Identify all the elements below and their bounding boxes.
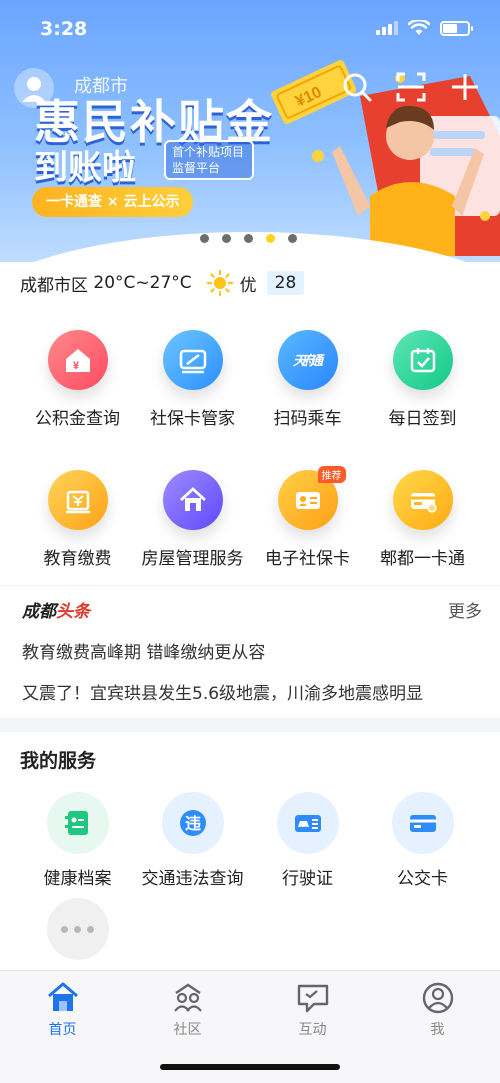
- service-label: 交通违法查询: [141, 869, 244, 889]
- app-e-social-card[interactable]: 推荐 电子社保卡: [250, 466, 365, 569]
- tab-label: 互动: [298, 1022, 327, 1038]
- chat-tab-icon: [297, 984, 328, 1013]
- top-actions: [340, 70, 482, 104]
- profile-tab-icon: [422, 982, 453, 1014]
- app-education-pay[interactable]: 教育缴费: [20, 470, 135, 569]
- education-pay-icon: [47, 470, 108, 530]
- search-icon: [343, 73, 372, 102]
- one-card-icon: [392, 470, 453, 530]
- app-label: 社保卡管家: [150, 409, 235, 429]
- app-label: 郫都一卡通: [380, 549, 465, 569]
- weather-location: 成都市区: [20, 275, 88, 296]
- service-label: 公交卡: [397, 869, 448, 889]
- home-icon: [162, 470, 223, 530]
- banner-badge: 首个补贴项目监督平台: [164, 140, 254, 180]
- tab-label: 我: [430, 1022, 445, 1038]
- traffic-violation-icon-text: 违: [185, 814, 201, 833]
- home-indicator[interactable]: [160, 1064, 340, 1070]
- battery-icon: [440, 20, 473, 36]
- id-card-icon: 推荐: [277, 466, 346, 530]
- promo-banner[interactable]: 3:28 ¥10 成都市 惠民补贴金 到账啦 首个补贴项目监督平台 一卡通查 ×…: [0, 0, 500, 262]
- tianfu-icon-text: 天府通: [293, 353, 325, 369]
- driving-license-icon: [276, 792, 339, 854]
- service-label: 行驶证: [282, 869, 333, 889]
- traffic-violation-icon: 违: [161, 792, 224, 854]
- app-label: 每日签到: [388, 409, 457, 429]
- status-bar: 3:28: [0, 0, 500, 58]
- home-tab-icon: [47, 982, 78, 1011]
- banner-tag[interactable]: 一卡通查 × 云上公示: [32, 187, 194, 217]
- news-brand-part-a: 成都: [22, 602, 56, 622]
- app-housing-management[interactable]: 房屋管理服务: [135, 470, 250, 569]
- plus-icon: [452, 74, 478, 100]
- my-services-title: 我的服务: [20, 750, 97, 772]
- svg-text:¥: ¥: [73, 360, 80, 372]
- service-label: 健康档案: [43, 869, 112, 889]
- search-button[interactable]: [340, 70, 374, 104]
- news-headline[interactable]: 又震了！宜宾珙县发生5.6级地震，川渝多地震感明显: [22, 679, 482, 704]
- app-pidu-one-card[interactable]: 郫都一卡通: [365, 470, 480, 569]
- app-grid-row-2: 教育缴费 房屋管理服务 推荐 电子社保卡 郫都一卡通: [20, 466, 500, 569]
- carousel-dot[interactable]: [222, 234, 231, 243]
- app-housing-fund[interactable]: ¥ 公积金查询: [20, 330, 135, 429]
- recommend-badge: 推荐: [317, 466, 346, 483]
- banner-subtitle: 到账啦: [34, 148, 136, 188]
- carousel-dot[interactable]: [266, 234, 275, 243]
- tab-home[interactable]: 首页: [0, 971, 125, 1083]
- service-traffic-violation[interactable]: 违 交通违法查询: [135, 792, 250, 889]
- carousel-dot[interactable]: [288, 234, 297, 243]
- app-scan-ride[interactable]: 天府通 扫码乘车: [250, 330, 365, 429]
- house-yuan-icon: ¥: [47, 330, 108, 390]
- air-quality-label: 优: [239, 275, 257, 296]
- weather-temp: 20°C~27°C: [93, 273, 192, 293]
- app-label: 房屋管理服务: [141, 549, 244, 569]
- more-services-button[interactable]: [47, 898, 109, 960]
- app-label: 扫码乘车: [273, 409, 342, 429]
- service-bus-card[interactable]: 公交卡: [365, 792, 480, 889]
- status-icons: [376, 20, 473, 36]
- card-icon: [162, 330, 223, 390]
- app-daily-checkin[interactable]: 每日签到: [365, 330, 480, 429]
- sun-icon: [206, 269, 233, 297]
- news-more-link[interactable]: 更多: [448, 597, 482, 622]
- app-label: 公积金查询: [35, 409, 120, 429]
- aqi-value: 28: [266, 271, 305, 295]
- tab-me[interactable]: 我: [375, 971, 500, 1083]
- tab-label: 社区: [173, 1022, 202, 1038]
- add-button[interactable]: [448, 70, 482, 104]
- carousel-dots[interactable]: [200, 234, 297, 243]
- service-driving-license[interactable]: 行驶证: [250, 792, 365, 889]
- status-time: 3:28: [40, 18, 88, 40]
- carousel-dot[interactable]: [200, 234, 209, 243]
- signal-icon: [376, 21, 398, 35]
- news-headline[interactable]: 教育缴费高峰期 错峰缴纳更从容: [22, 638, 482, 663]
- service-health-record[interactable]: 健康档案: [20, 792, 135, 889]
- app-label: 教育缴费: [43, 549, 112, 569]
- my-services-grid: 健康档案 违 交通违法查询 行驶证 公交卡: [20, 792, 480, 889]
- section-gap: [0, 718, 500, 732]
- health-record-icon: [46, 792, 109, 854]
- scan-icon: [396, 72, 426, 102]
- news-brand-logo[interactable]: 成都头条: [22, 597, 90, 622]
- tab-label: 首页: [48, 1022, 77, 1038]
- divider: [0, 585, 500, 586]
- bus-card-icon: [391, 792, 454, 854]
- carousel-dot[interactable]: [244, 234, 253, 243]
- tianfu-icon: 天府通: [277, 330, 338, 390]
- calendar-check-icon: [392, 330, 453, 390]
- weather-bar[interactable]: 成都市区 20°C~27°C 优 28: [20, 268, 305, 298]
- app-label: 电子社保卡: [265, 549, 350, 569]
- app-social-card-manager[interactable]: 社保卡管家: [135, 330, 250, 429]
- community-tab-icon: [173, 983, 202, 1012]
- app-grid-row-1: ¥ 公积金查询 社保卡管家 天府通 扫码乘车 每日签到: [20, 330, 500, 429]
- news-brand-part-b: 头条: [56, 602, 90, 622]
- wifi-icon: [408, 20, 430, 35]
- scan-button[interactable]: [394, 70, 428, 104]
